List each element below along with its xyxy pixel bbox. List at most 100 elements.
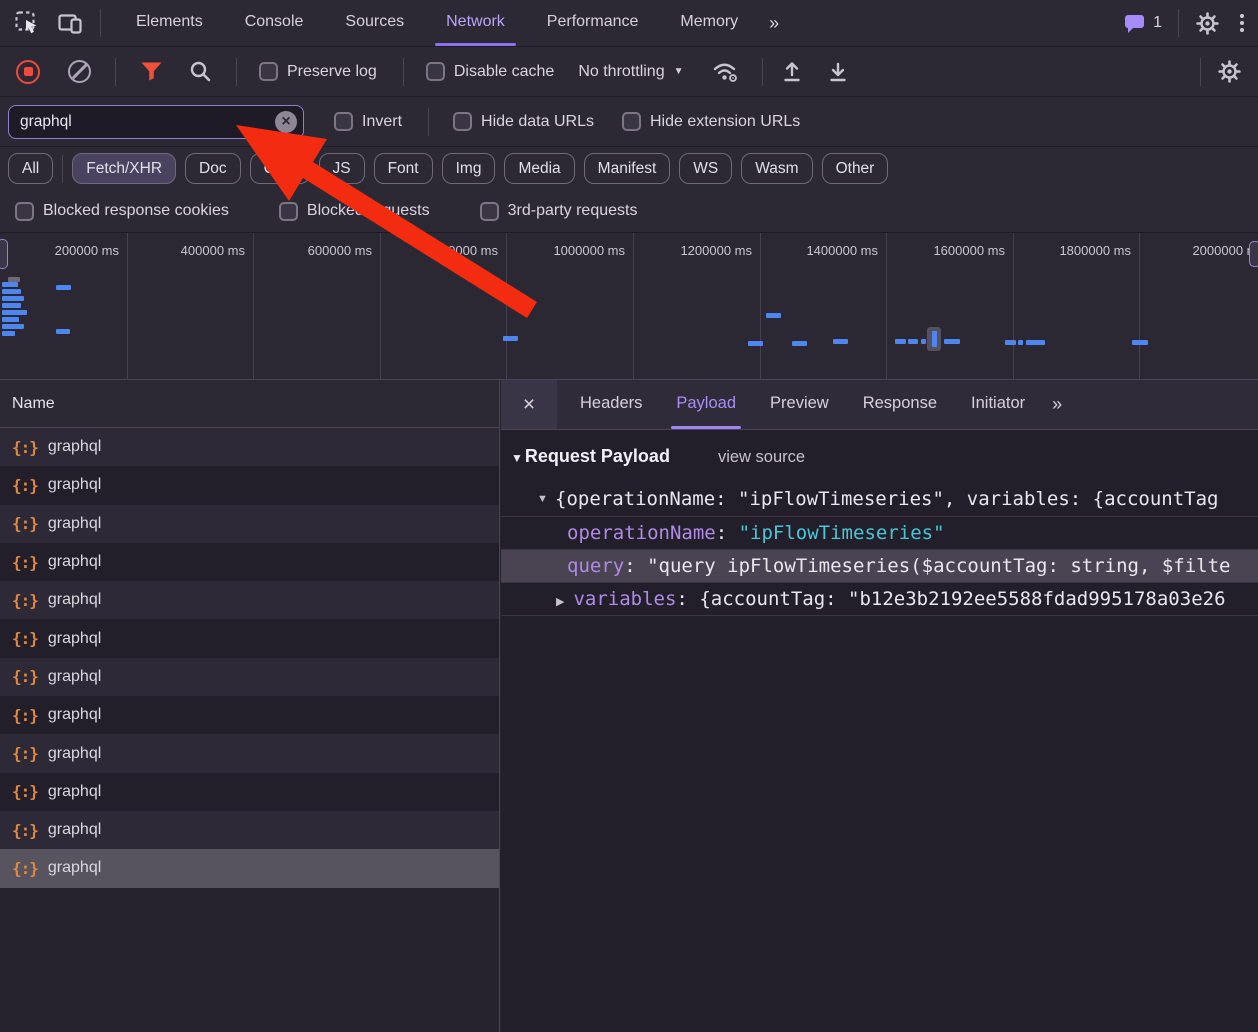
kebab-menu-icon[interactable] <box>1226 14 1258 32</box>
collapse-triangle-icon[interactable]: ▼ <box>537 483 548 516</box>
chip-wasm[interactable]: Wasm <box>741 153 813 184</box>
tab-console[interactable]: Console <box>224 0 325 46</box>
filter-group-blocked-requests: Blocked requests <box>278 201 430 221</box>
network-settings-gear-icon[interactable] <box>1217 59 1242 84</box>
request-row[interactable]: {:} graphql <box>0 772 499 811</box>
more-tabs-icon[interactable]: » <box>759 13 789 34</box>
3rd-party-requests-checkbox[interactable] <box>479 201 499 221</box>
tab-performance[interactable]: Performance <box>526 0 660 46</box>
divider <box>1200 57 1201 86</box>
request-name: graphql <box>47 782 102 800</box>
waterfall-bar <box>1018 340 1023 345</box>
payload-row-variables[interactable]: ▶ variables: {accountTag: "b12e3b2192ee55… <box>501 582 1258 616</box>
tab-payload[interactable]: Payload <box>659 380 753 429</box>
hide-data-urls-checkbox[interactable] <box>453 112 473 131</box>
collapse-triangle-icon[interactable]: ▼ <box>511 451 523 465</box>
request-name: graphql <box>47 744 102 762</box>
record-network-log-icon[interactable] <box>16 59 40 84</box>
export-har-icon[interactable] <box>827 60 849 84</box>
overview-right-grip[interactable] <box>1249 241 1258 267</box>
timeline-tick-label: 800000 ms <box>433 243 498 258</box>
request-row[interactable]: {:} graphql <box>0 428 499 467</box>
chip-all[interactable]: All <box>8 153 54 184</box>
preserve-log-checkbox[interactable] <box>259 62 278 81</box>
search-icon[interactable] <box>189 60 212 83</box>
chip-manifest[interactable]: Manifest <box>583 153 671 184</box>
blocked-response-cookies-checkbox[interactable] <box>15 201 34 221</box>
timeline-tick-label: 400000 ms <box>180 243 245 258</box>
payload-summary-row[interactable]: ▼ {operationName: "ipFlowTimeseries", va… <box>501 483 1258 516</box>
tab-sources[interactable]: Sources <box>324 0 425 46</box>
timeline-tick-label: 1200000 ms <box>680 243 752 258</box>
network-conditions-icon[interactable] <box>712 60 740 83</box>
request-detail-panel: × Headers Payload Preview Response Initiator… <box>501 380 1258 1032</box>
request-name: graphql <box>47 821 102 839</box>
more-detail-tabs-icon[interactable]: » <box>1042 394 1072 415</box>
waterfall-bar <box>1026 340 1045 345</box>
disable-cache-checkbox[interactable] <box>425 62 445 81</box>
close-icon[interactable]: × <box>501 380 557 429</box>
inspect-element-icon[interactable] <box>14 10 41 37</box>
request-row[interactable]: {:} graphql <box>0 542 499 582</box>
clear-network-log-icon[interactable] <box>68 60 91 83</box>
chip-js[interactable]: JS <box>318 153 365 184</box>
request-row[interactable]: {:} graphql <box>0 810 499 850</box>
device-toolbar-icon[interactable] <box>57 11 84 36</box>
request-row[interactable]: {:} graphql <box>0 696 499 735</box>
chip-doc[interactable]: Doc <box>185 153 241 184</box>
filter-input[interactable] <box>8 104 304 139</box>
fetch-xhr-icon: {:} <box>12 552 39 572</box>
tab-initiator[interactable]: Initiator <box>954 380 1042 429</box>
payload-row-operationname[interactable]: operationName: "ipFlowTimeseries" <box>501 516 1258 549</box>
view-source-link[interactable]: view source <box>718 448 805 467</box>
chip-css[interactable]: CSS <box>249 153 310 184</box>
blocked-requests-label: Blocked requests <box>306 202 430 219</box>
payload-key: variables <box>573 588 677 610</box>
import-har-icon[interactable] <box>781 60 803 84</box>
payload-row-query[interactable]: query: "query ipFlowTimeseries($accountT… <box>501 549 1258 582</box>
request-row[interactable]: {:} graphql <box>0 619 499 658</box>
network-overview-timeline[interactable]: 200000 ms 400000 ms 600000 ms 800000 ms 1000… <box>0 233 1258 380</box>
chip-other[interactable]: Other <box>821 153 889 184</box>
request-row[interactable]: {:} graphql <box>0 581 499 620</box>
chevron-down-icon: ▼ <box>673 66 684 77</box>
blocked-requests-checkbox[interactable] <box>278 201 298 221</box>
disable-cache-label: Disable cache <box>453 62 555 80</box>
name-column-header[interactable]: Name <box>0 380 499 428</box>
hide-extension-urls-checkbox[interactable] <box>621 112 641 131</box>
waterfall-bar <box>895 339 906 344</box>
settings-gear-icon[interactable] <box>1195 11 1220 36</box>
waterfall-bar <box>792 341 807 346</box>
chip-img[interactable]: Img <box>441 153 496 184</box>
throttling-dropdown[interactable]: No throttling ▼ <box>578 63 683 81</box>
tab-elements[interactable]: Elements <box>115 0 224 46</box>
timeline-tick-label: 1000000 ms <box>553 243 625 258</box>
request-row[interactable]: {:} graphql <box>0 849 499 888</box>
request-row[interactable]: {:} graphql <box>0 657 499 697</box>
request-row[interactable]: {:} graphql <box>0 504 499 543</box>
tab-preview[interactable]: Preview <box>753 380 846 429</box>
tab-memory[interactable]: Memory <box>659 0 759 46</box>
expand-triangle-icon[interactable]: ▶ <box>556 596 564 608</box>
tab-network[interactable]: Network <box>425 0 526 46</box>
filter-funnel-icon[interactable] <box>140 61 163 82</box>
tab-response[interactable]: Response <box>846 380 954 429</box>
overview-left-grip[interactable] <box>0 239 8 269</box>
chip-ws[interactable]: WS <box>679 153 733 184</box>
invert-checkbox[interactable] <box>334 112 353 131</box>
clear-filter-icon[interactable]: × <box>275 110 297 133</box>
chip-media[interactable]: Media <box>504 153 575 184</box>
fetch-xhr-icon: {:} <box>12 437 39 457</box>
chip-font[interactable]: Font <box>373 153 433 184</box>
tab-headers[interactable]: Headers <box>563 380 659 429</box>
issues-badge[interactable]: 1 <box>1123 13 1162 34</box>
3rd-party-requests-label: 3rd-party requests <box>507 202 638 219</box>
chip-fetch-xhr[interactable]: Fetch/XHR <box>72 153 177 184</box>
fetch-xhr-icon: {:} <box>12 475 39 495</box>
selected-request-marker[interactable] <box>927 327 941 351</box>
request-row[interactable]: {:} graphql <box>0 734 499 773</box>
request-row[interactable]: {:} graphql <box>0 466 499 505</box>
request-type-filters: All Fetch/XHR Doc CSS JS Font Img Media Manifest… <box>0 147 1258 190</box>
request-name: graphql <box>47 859 102 877</box>
main-tabs: Elements Console Sources Network Performance… <box>115 0 759 46</box>
